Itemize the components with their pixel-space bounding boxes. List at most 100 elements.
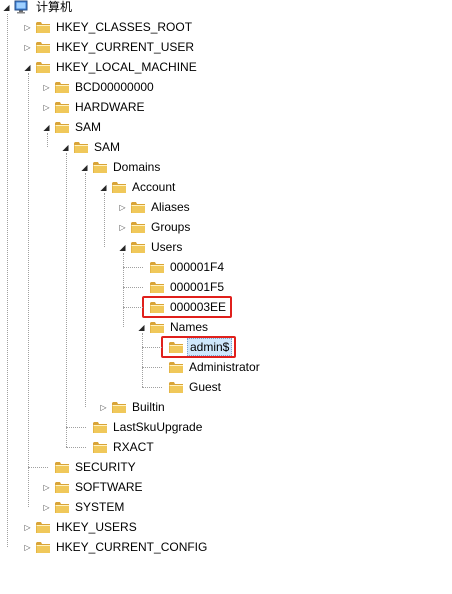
tree-guide-line <box>123 267 143 268</box>
tree-node-administrator[interactable]: Administrator <box>156 357 262 377</box>
folder-icon <box>54 120 70 134</box>
tree-node-hkcr[interactable]: ▷ HKEY_CLASSES_ROOT <box>23 17 194 37</box>
tree-guide-line <box>66 153 67 447</box>
tree-node-label: Guest <box>189 380 222 394</box>
tree-guide-line <box>28 467 48 468</box>
folder-icon <box>92 440 108 454</box>
folder-icon <box>168 380 184 394</box>
folder-icon <box>54 480 70 494</box>
computer-icon <box>14 0 30 14</box>
tree-guide-line <box>66 447 86 448</box>
tree-guide-line <box>123 307 143 308</box>
folder-icon <box>111 180 127 194</box>
expand-arrow-icon[interactable]: ▷ <box>23 37 32 57</box>
registry-tree: ◢ 计算机 ▷ HKEY_CLASSES_ROOT ▷ HKEY_CURRENT_US… <box>0 0 452 594</box>
tree-node-system[interactable]: ▷ SYSTEM <box>42 497 126 517</box>
expand-arrow-icon[interactable]: ▷ <box>42 77 51 97</box>
tree-node-security[interactable]: SECURITY <box>42 457 138 477</box>
folder-icon <box>149 300 165 314</box>
tree-node-software[interactable]: ▷ SOFTWARE <box>42 477 145 497</box>
tree-node-label: Users <box>151 240 183 254</box>
tree-guide-line <box>7 14 8 547</box>
folder-icon <box>92 420 108 434</box>
tree-guide-line <box>123 253 124 327</box>
folder-icon <box>35 20 51 34</box>
tree-node-label: Account <box>132 180 176 194</box>
tree-node-label: HKEY_USERS <box>56 520 137 534</box>
folder-icon <box>54 460 70 474</box>
tree-node-bcd[interactable]: ▷ BCD00000000 <box>42 77 156 97</box>
folder-icon <box>35 40 51 54</box>
tree-node-label: 000003EE <box>170 300 227 314</box>
folder-icon <box>168 360 184 374</box>
tree-node-admin[interactable]: admin$ <box>156 337 233 357</box>
tree-node-label: HKEY_CURRENT_CONFIG <box>56 540 208 554</box>
tree-node-label: HKEY_LOCAL_MACHINE <box>56 60 197 74</box>
tree-node-names[interactable]: ◢ Names <box>137 317 210 337</box>
tree-node-lastsku[interactable]: LastSkuUpgrade <box>80 417 204 437</box>
tree-guide-line <box>104 193 105 247</box>
tree-node-guest[interactable]: Guest <box>156 377 223 397</box>
expand-arrow-icon[interactable]: ▷ <box>23 517 32 537</box>
folder-icon <box>111 400 127 414</box>
tree-node-label: SYSTEM <box>75 500 125 514</box>
folder-icon <box>149 320 165 334</box>
tree-node-u3ee[interactable]: 000003EE <box>137 297 228 317</box>
tree-node-hklm[interactable]: ◢ HKEY_LOCAL_MACHINE <box>23 57 199 77</box>
tree-guide-line <box>123 287 143 288</box>
expand-arrow-icon[interactable]: ▷ <box>42 497 51 517</box>
tree-root-label: 计算机 <box>36 0 73 14</box>
expand-arrow-icon[interactable]: ▷ <box>42 97 51 117</box>
folder-icon <box>73 140 89 154</box>
expand-arrow-icon[interactable]: ▷ <box>23 17 32 37</box>
tree-root-computer[interactable]: ◢ 计算机 <box>2 0 74 17</box>
tree-node-hkcc[interactable]: ▷ HKEY_CURRENT_CONFIG <box>23 537 209 557</box>
tree-node-sam2[interactable]: ◢ SAM <box>61 137 122 157</box>
folder-icon <box>130 240 146 254</box>
expand-arrow-icon[interactable]: ▷ <box>42 477 51 497</box>
tree-node-label: SECURITY <box>75 460 136 474</box>
tree-node-hardware[interactable]: ▷ HARDWARE <box>42 97 147 117</box>
tree-guide-line <box>28 73 29 507</box>
folder-icon <box>130 200 146 214</box>
tree-node-hku[interactable]: ▷ HKEY_USERS <box>23 517 139 537</box>
expand-arrow-icon[interactable]: ▷ <box>99 397 108 417</box>
tree-node-label: SAM <box>94 140 121 154</box>
folder-icon <box>54 80 70 94</box>
tree-node-builtin[interactable]: ▷ Builtin <box>99 397 167 417</box>
folder-icon <box>35 520 51 534</box>
tree-node-rxact[interactable]: RXACT <box>80 437 156 457</box>
expand-arrow-icon[interactable]: ▷ <box>23 537 32 557</box>
tree-node-sam1[interactable]: ◢ SAM <box>42 117 103 137</box>
folder-icon <box>149 280 165 294</box>
tree-node-label: admin$ <box>187 338 233 356</box>
folder-icon <box>54 100 70 114</box>
tree-node-label: Names <box>170 320 209 334</box>
tree-guide-line <box>47 133 48 147</box>
tree-node-account[interactable]: ◢ Account <box>99 177 177 197</box>
tree-node-domains[interactable]: ◢ Domains <box>80 157 162 177</box>
folder-icon <box>35 540 51 554</box>
tree-node-aliases[interactable]: ▷ Aliases <box>118 197 192 217</box>
tree-node-label: SAM <box>75 120 102 134</box>
folder-icon <box>168 340 184 354</box>
tree-guide-line <box>142 333 143 387</box>
tree-node-label: RXACT <box>113 440 154 454</box>
tree-node-u1f4[interactable]: 000001F4 <box>137 257 226 277</box>
tree-node-label: HKEY_CURRENT_USER <box>56 40 195 54</box>
tree-node-label: LastSkuUpgrade <box>113 420 203 434</box>
tree-node-label: Aliases <box>151 200 190 214</box>
tree-node-label: Groups <box>151 220 191 234</box>
tree-node-u1f5[interactable]: 000001F5 <box>137 277 226 297</box>
tree-guide-line <box>142 367 162 368</box>
tree-node-users[interactable]: ◢ Users <box>118 237 184 257</box>
folder-icon <box>54 500 70 514</box>
tree-node-label: BCD00000000 <box>75 80 154 94</box>
expand-arrow-icon[interactable]: ▷ <box>118 197 127 217</box>
tree-node-groups[interactable]: ▷ Groups <box>118 217 192 237</box>
tree-node-hkcu[interactable]: ▷ HKEY_CURRENT_USER <box>23 37 196 57</box>
tree-node-label: Builtin <box>132 400 165 414</box>
tree-guide-line <box>66 427 86 428</box>
expand-arrow-icon[interactable]: ▷ <box>118 217 127 237</box>
tree-guide-line <box>142 387 162 388</box>
